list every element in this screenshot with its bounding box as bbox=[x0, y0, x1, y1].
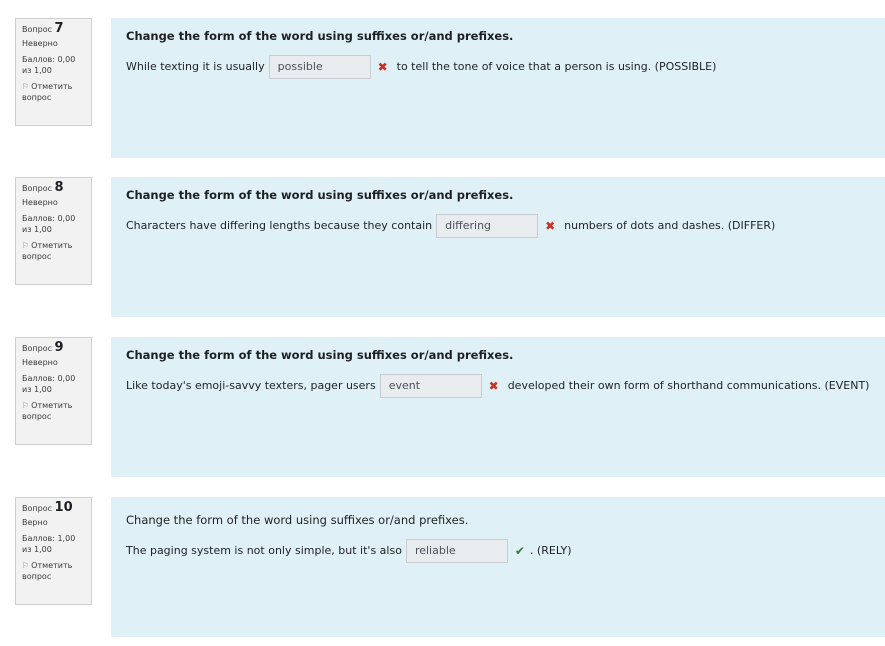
question-content: Change the form of the word using suffix… bbox=[111, 18, 885, 158]
flag-icon: ⚐ bbox=[22, 82, 30, 91]
answer-input[interactable]: reliable bbox=[405, 539, 508, 563]
text-after: numbers of dots and dashes. (DIFFER) bbox=[564, 219, 776, 232]
question-content: Change the form of the word using suffix… bbox=[111, 337, 885, 477]
cross-icon: ✖ bbox=[488, 379, 499, 393]
question-grade: Баллов: 1,00 из 1,00 bbox=[22, 534, 76, 554]
question-8: Вопрос 8 Неверно Баллов: 0,00 из 1,00 ⚐ О… bbox=[0, 177, 885, 317]
flag-question-link[interactable]: ⚐ Отметить вопрос bbox=[22, 560, 85, 582]
question-info: Вопрос 8 Неверно Баллов: 0,00 из 1,00 ⚐ О… bbox=[15, 177, 92, 285]
question-number: 9 bbox=[54, 340, 64, 355]
question-state: Неверно bbox=[22, 39, 58, 48]
flag-icon: ⚐ bbox=[22, 401, 30, 410]
flag-label: Отметить вопрос bbox=[22, 82, 73, 102]
question-prompt: Change the form of the word using suffix… bbox=[126, 513, 469, 527]
question-info: Вопрос 9 Неверно Баллов: 0,00 из 1,00 ⚐ О… bbox=[15, 337, 92, 445]
question-number: 8 bbox=[54, 180, 64, 195]
answer-line: While texting it is usually possible ✖ t… bbox=[126, 54, 870, 80]
answer-line: Characters have differing lengths becaus… bbox=[126, 213, 870, 239]
flag-label: Отметить вопрос bbox=[22, 241, 73, 261]
question-10: Вопрос 10 Верно Баллов: 1,00 из 1,00 ⚐ От… bbox=[0, 497, 885, 637]
flag-question-link[interactable]: ⚐ Отметить вопрос bbox=[22, 81, 85, 103]
question-number: 7 bbox=[54, 21, 64, 36]
question-grade: Баллов: 0,00 из 1,00 bbox=[22, 55, 76, 75]
question-number: 10 bbox=[54, 500, 73, 515]
cross-icon: ✖ bbox=[545, 219, 556, 233]
question-label: Вопрос bbox=[22, 344, 52, 353]
question-info: Вопрос 10 Верно Баллов: 1,00 из 1,00 ⚐ От… bbox=[15, 497, 92, 605]
question-label: Вопрос bbox=[22, 25, 52, 34]
answer-input[interactable]: possible bbox=[268, 55, 371, 79]
question-label: Вопрос bbox=[22, 184, 52, 193]
text-before: The paging system is not only simple, bu… bbox=[126, 544, 402, 557]
flag-question-link[interactable]: ⚐ Отметить вопрос bbox=[22, 240, 85, 262]
cross-icon: ✖ bbox=[377, 60, 388, 74]
question-9: Вопрос 9 Неверно Баллов: 0,00 из 1,00 ⚐ О… bbox=[0, 337, 885, 477]
flag-label: Отметить вопрос bbox=[22, 401, 73, 421]
question-grade: Баллов: 0,00 из 1,00 bbox=[22, 374, 76, 394]
flag-label: Отметить вопрос bbox=[22, 561, 73, 581]
text-after: to tell the tone of voice that a person … bbox=[396, 60, 717, 73]
flag-question-link[interactable]: ⚐ Отметить вопрос bbox=[22, 400, 85, 422]
question-state: Верно bbox=[22, 518, 48, 527]
answer-line: The paging system is not only simple, bu… bbox=[126, 538, 870, 564]
check-icon: ✔ bbox=[514, 544, 525, 558]
question-state: Неверно bbox=[22, 198, 58, 207]
answer-input[interactable]: event bbox=[379, 374, 482, 398]
text-before: Like today's emoji-savvy texters, pager … bbox=[126, 379, 376, 392]
question-info: Вопрос 7 Неверно Баллов: 0,00 из 1,00 ⚐ О… bbox=[15, 18, 92, 126]
text-after: . (RELY) bbox=[529, 544, 572, 557]
answer-input[interactable]: differing bbox=[436, 214, 539, 238]
flag-icon: ⚐ bbox=[22, 561, 30, 570]
text-before: While texting it is usually bbox=[126, 60, 265, 73]
answer-line: Like today's emoji-savvy texters, pager … bbox=[126, 373, 870, 399]
question-content: Change the form of the word using suffix… bbox=[111, 177, 885, 317]
flag-icon: ⚐ bbox=[22, 241, 30, 250]
question-prompt: Change the form of the word using suffix… bbox=[126, 348, 514, 362]
question-state: Неверно bbox=[22, 358, 58, 367]
text-after: developed their own form of shorthand co… bbox=[507, 379, 870, 392]
question-grade: Баллов: 0,00 из 1,00 bbox=[22, 214, 76, 234]
text-before: Characters have differing lengths becaus… bbox=[126, 219, 433, 232]
question-label: Вопрос bbox=[22, 504, 52, 513]
question-7: Вопрос 7 Неверно Баллов: 0,00 из 1,00 ⚐ О… bbox=[0, 18, 885, 158]
question-prompt: Change the form of the word using suffix… bbox=[126, 188, 514, 202]
question-content: Change the form of the word using suffix… bbox=[111, 497, 885, 637]
question-prompt: Change the form of the word using suffix… bbox=[126, 29, 514, 43]
